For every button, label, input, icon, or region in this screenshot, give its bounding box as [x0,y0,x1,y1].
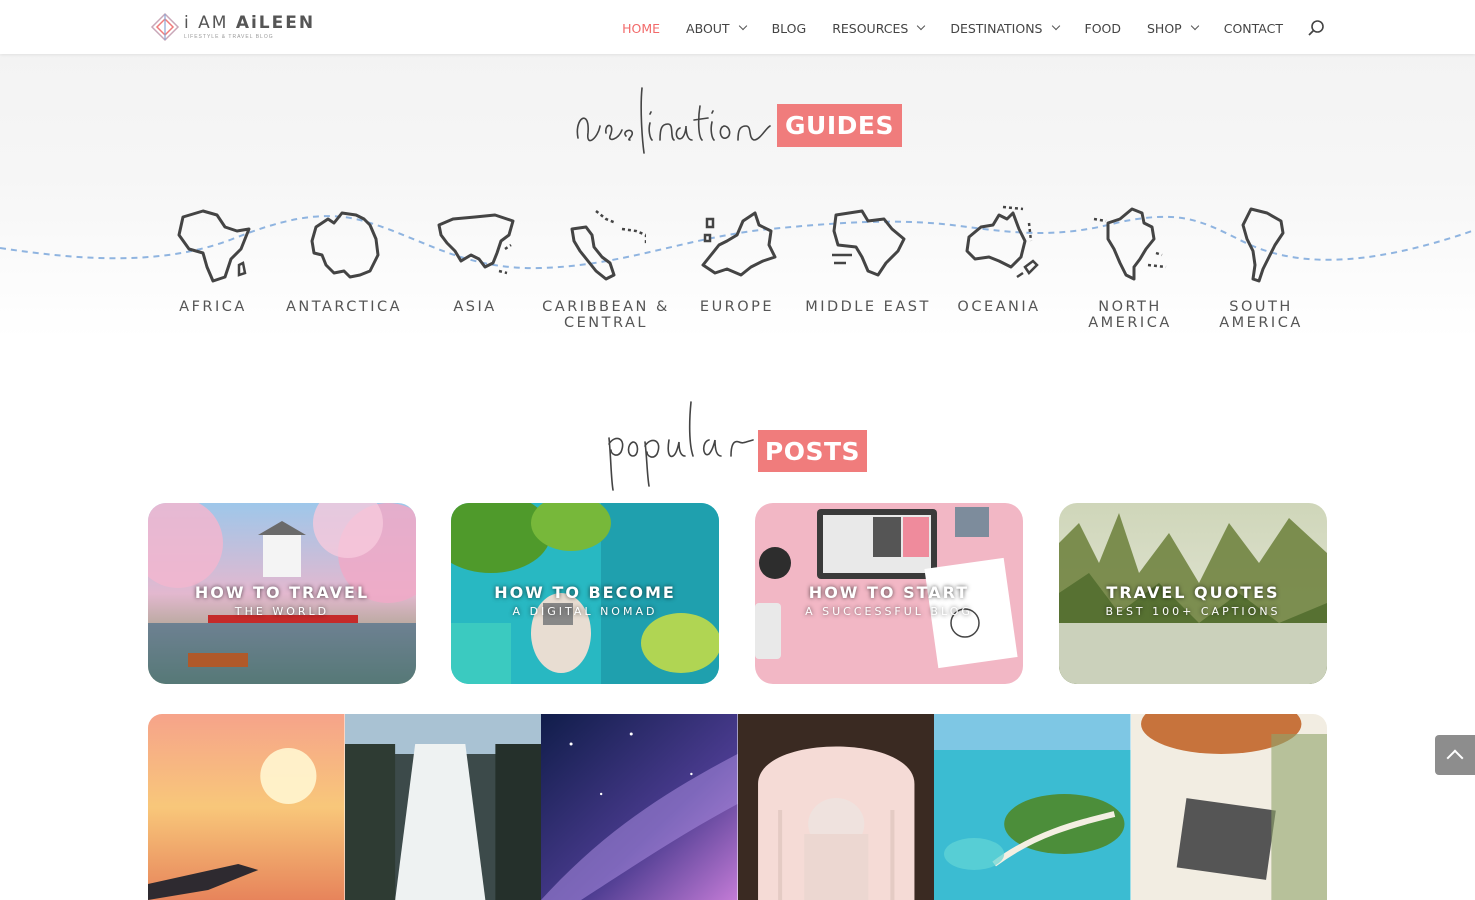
search-icon[interactable] [1307,19,1325,37]
post-card-digital-nomad[interactable]: HOW TO BECOME A DIGITAL NOMAD [451,503,719,684]
continent-oceania[interactable]: OCEANIA [934,205,1064,315]
post-subtitle: A DIGITAL NOMAD [512,605,658,618]
continent-middle-east[interactable]: MIDDLE EAST [803,205,933,315]
destination-script-heading [576,87,771,154]
post-card-travel-quotes[interactable]: TRAVEL QUOTES BEST 100+ CAPTIONS [1059,503,1327,684]
site-logo[interactable]: i AM AiLEEN LIFESTYLE & TRAVEL BLOG [150,11,315,43]
post-subtitle: THE WORLD [234,605,330,618]
logo-diamond-icon [150,12,180,42]
post-card-start-blog[interactable]: HOW TO START A SUCCESSFUL BLOG [755,503,1023,684]
continent-africa[interactable]: AFRICA [148,205,278,315]
continent-label: SOUTH AMERICA [1219,299,1303,331]
tile-waterfall[interactable] [344,714,542,900]
continent-north-america[interactable]: NORTH AMERICA [1065,205,1195,331]
nav-blog[interactable]: BLOG [772,21,807,36]
post-title: HOW TO START [808,583,970,602]
oceania-map-icon [965,205,1039,279]
tile-maldives-island[interactable] [934,714,1131,900]
antarctica-map-icon [310,211,380,279]
caribbean-map-icon [570,210,646,281]
nav-home[interactable]: HOME [622,21,660,36]
post-title: HOW TO BECOME [494,583,676,602]
continent-label: EUROPE [699,299,775,315]
continent-label: CARIBBEAN & CENTRAL [542,299,670,331]
tile-milky-way[interactable] [541,714,738,900]
continent-label: ASIA [453,299,497,315]
tile-sunset-airplane[interactable] [148,714,345,900]
guides-badge: GUIDES [777,104,902,147]
africa-map-icon [177,209,251,283]
logo-name: i AM AiLEEN [184,12,316,33]
tile-hat-laptop[interactable] [1130,714,1328,900]
continent-south-america[interactable]: SOUTH AMERICA [1196,205,1326,331]
post-subtitle: A SUCCESSFUL BLOG [805,605,973,618]
chevron-down-icon [1051,21,1060,31]
chevron-up-icon [1446,749,1464,767]
featured-image-strip [148,714,1327,900]
post-title: TRAVEL QUOTES [1106,583,1280,602]
middle-east-map-icon [832,209,906,277]
continent-europe[interactable]: EUROPE [672,205,802,315]
nav-shop[interactable]: SHOP [1147,21,1199,36]
continent-caribbean-central[interactable]: CARIBBEAN & CENTRAL [541,205,671,331]
posts-badge: POSTS [758,430,867,472]
nav-food[interactable]: FOOD [1085,21,1122,36]
back-to-top-button[interactable] [1435,735,1475,775]
europe-map-icon [701,211,777,277]
post-subtitle: BEST 100+ CAPTIONS [1105,605,1281,618]
continent-label: OCEANIA [957,299,1041,315]
tile-taj-mahal[interactable] [737,714,935,900]
nav-contact[interactable]: CONTACT [1224,21,1283,36]
asia-map-icon [437,213,515,275]
nav-destinations[interactable]: DESTINATIONS [950,21,1060,36]
continent-label: AFRICA [179,299,247,315]
chevron-down-icon [1190,21,1199,31]
continent-antarctica[interactable]: ANTARCTICA [279,205,409,315]
post-card-how-to-travel[interactable]: HOW TO TRAVEL THE WORLD [148,503,416,684]
continent-label: NORTH AMERICA [1088,299,1172,331]
site-header: i AM AiLEEN LIFESTYLE & TRAVEL BLOG HOME… [0,0,1475,54]
continent-asia[interactable]: ASIA [410,205,540,315]
continent-label: ANTARCTICA [285,299,403,315]
chevron-down-icon [738,21,747,31]
nav-about[interactable]: ABOUT [686,21,747,36]
logo-tagline: LIFESTYLE & TRAVEL BLOG [184,33,274,40]
post-title: HOW TO TRAVEL [194,583,370,602]
continent-label: MIDDLE EAST [805,299,931,315]
south-america-map-icon [1241,207,1285,283]
popular-script-heading [608,401,754,491]
main-nav: HOME ABOUT BLOG RESOURCES DESTINATIONS F… [596,19,1325,37]
nav-resources[interactable]: RESOURCES [832,21,926,36]
chevron-down-icon [917,21,926,31]
north-america-map-icon [1093,207,1167,281]
